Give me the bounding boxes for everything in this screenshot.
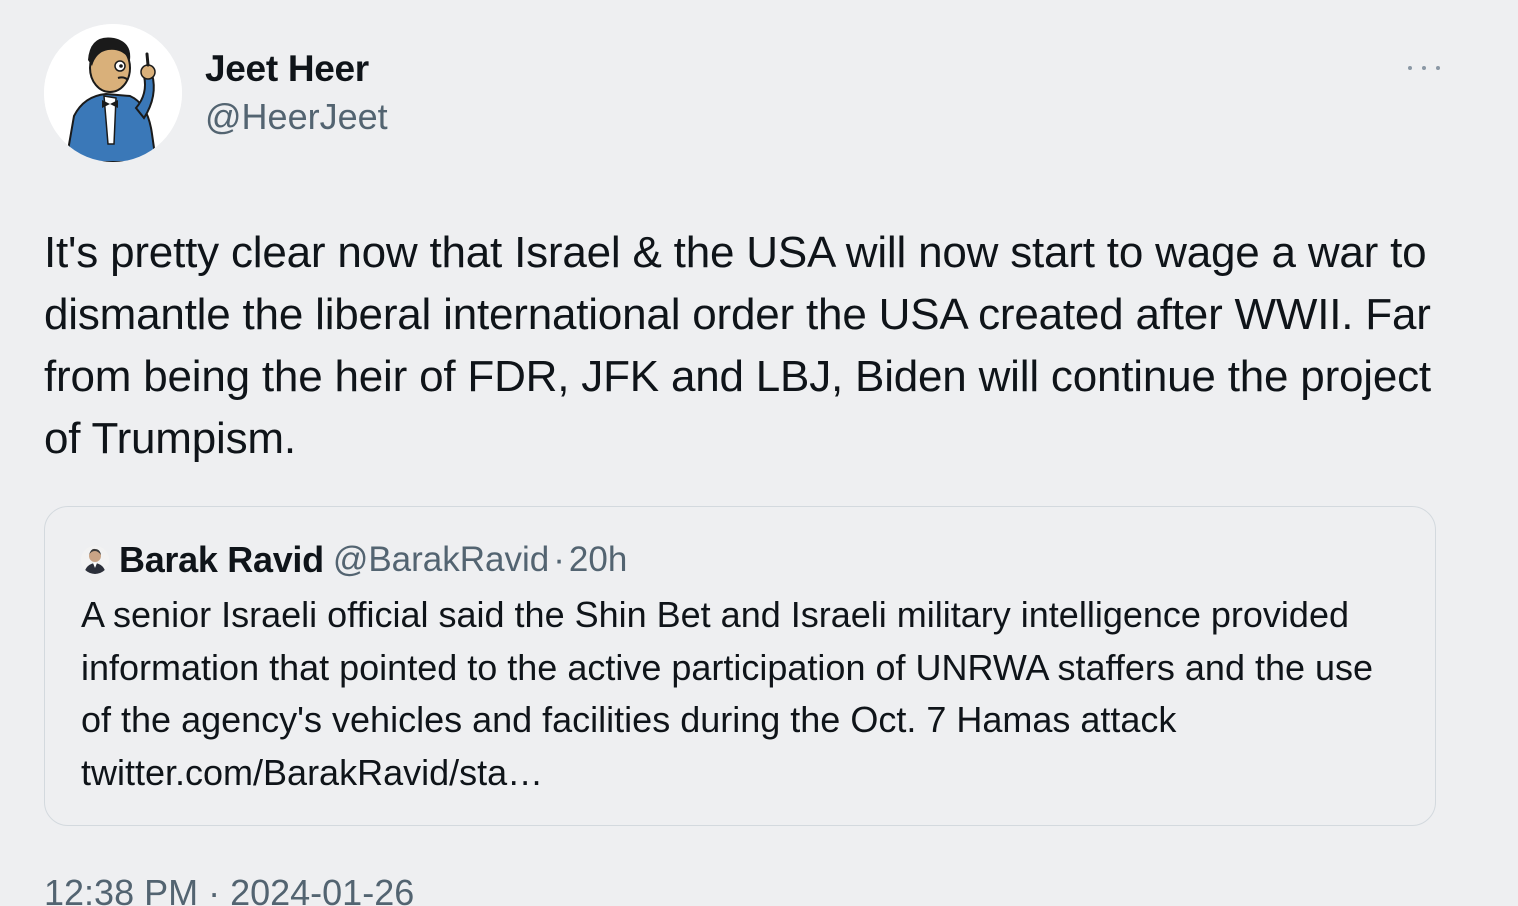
- quoted-avatar-illustration: [81, 546, 109, 574]
- author-avatar[interactable]: [44, 24, 182, 162]
- more-dot: [1422, 66, 1426, 70]
- tweet: Jeet Heer @HeerJeet It's pretty clear no…: [0, 0, 1518, 906]
- tweet-timestamp[interactable]: 12:38 PM · 2024-01-26: [44, 872, 414, 906]
- tweet-text: It's pretty clear now that Israel & the …: [44, 228, 1431, 463]
- quoted-tweet-text: A senior Israeli official said the Shin …: [81, 594, 1374, 793]
- quoted-timestamp[interactable]: 20h: [569, 540, 627, 580]
- more-dot: [1436, 66, 1440, 70]
- more-icon[interactable]: [1408, 58, 1440, 78]
- quoted-author-name[interactable]: Barak Ravid: [119, 539, 324, 581]
- quoted-author-avatar[interactable]: [81, 546, 109, 574]
- author-handle[interactable]: @HeerJeet: [205, 96, 388, 138]
- quoted-author-handle[interactable]: @BarakRavid: [333, 540, 549, 580]
- quoted-separator: ·: [553, 540, 565, 579]
- quoted-tweet-header: Barak Ravid @BarakRavid · 20h: [81, 539, 627, 581]
- avatar-illustration: [44, 24, 182, 162]
- more-dot: [1408, 66, 1412, 70]
- author-name[interactable]: Jeet Heer: [205, 48, 369, 90]
- quoted-tweet-card[interactable]: Barak Ravid @BarakRavid · 20h A senior I…: [44, 506, 1436, 826]
